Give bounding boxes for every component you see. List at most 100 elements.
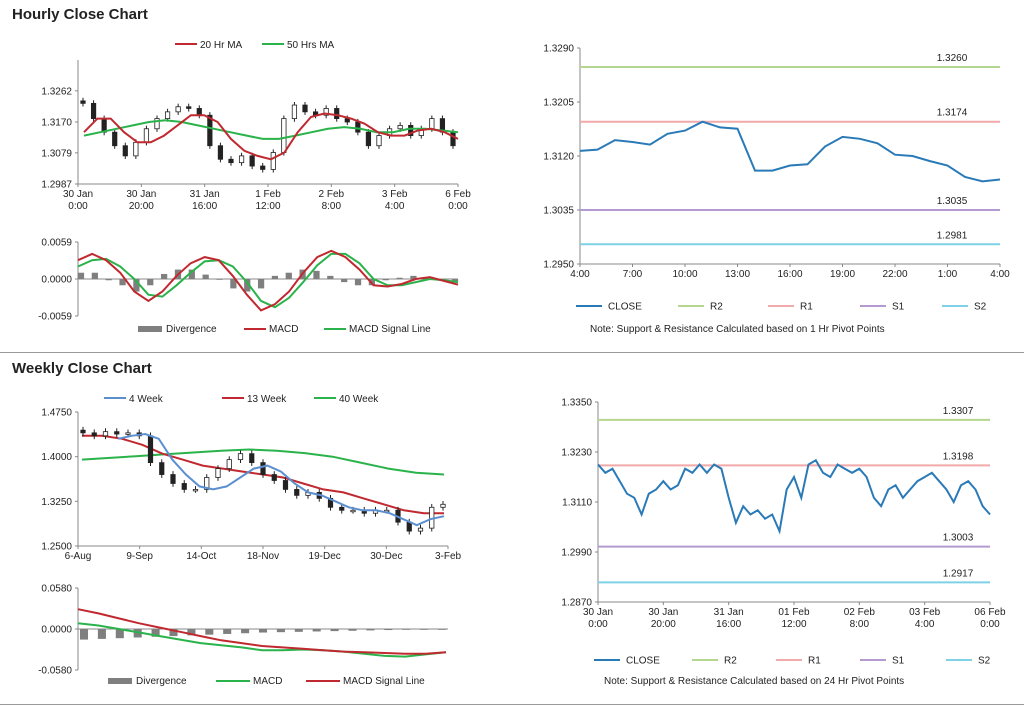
weekly-candle-body (181, 483, 187, 490)
y-tick-label: 0.0580 (41, 584, 72, 595)
hourly-divergence-bar (271, 275, 279, 279)
weekly-divergence-bar (384, 629, 393, 631)
hourly-candle-body (186, 106, 192, 109)
weekly-divergence-bar (420, 629, 429, 630)
hourly-candle-body (175, 106, 181, 113)
y-tick-label: 0.0000 (41, 275, 72, 286)
hourly-pivot-legend: CLOSE R2 R1 S1 S2 (576, 302, 987, 313)
hourly-candle-body (376, 135, 382, 147)
hourly-divergence-bar (216, 279, 223, 280)
hourly-price-legend: 20 Hr MA 50 Hrs MA (175, 40, 335, 51)
y-tick-label: 0.0059 (41, 238, 72, 249)
legend-label-s1: S1 (892, 656, 905, 667)
legend-label-divergence: Divergence (166, 324, 217, 335)
x-tick-label: 7:00 (623, 269, 643, 280)
hourly-divergence-bar (327, 275, 334, 279)
y-tick-label: 1.3230 (561, 448, 592, 459)
x-tick-label: 6-Aug (65, 551, 92, 562)
x-tick-label: 3 Feb (382, 189, 408, 200)
y-tick-label: 1.3120 (543, 152, 574, 163)
x-tick-label: 4:00 (990, 269, 1010, 280)
x-tick-label: 4:00 (915, 619, 935, 630)
hourly-candle-body (302, 104, 308, 113)
x-tick-label: 0:00 (588, 619, 608, 630)
weekly-candle-body (249, 453, 255, 464)
level-label-s2: 1.2917 (943, 568, 974, 579)
hourly-macd-legend: Divergence MACD MACD Signal Line (138, 324, 431, 335)
x-tick-label: 12:00 (781, 619, 806, 630)
weekly-candle-body (102, 431, 109, 437)
weekly-candle-body (440, 503, 446, 508)
weekly-divergence-bar (241, 629, 250, 634)
legend-label-r2: R2 (710, 302, 723, 313)
hourly-candle-body (291, 104, 298, 120)
y-tick-label: 1.3035 (543, 206, 574, 217)
y-tick-label: 1.3205 (543, 98, 574, 109)
x-tick-label: 0:00 (68, 201, 88, 212)
x-tick-label: 06 Feb (974, 607, 1006, 618)
weekly-divergence-bar (348, 629, 357, 631)
weekly-macd-legend: Divergence MACD MACD Signal Line (108, 676, 425, 687)
weekly-candle-body (192, 489, 199, 492)
hourly-candle-body (249, 155, 255, 167)
weekly-divergence-bar (330, 629, 339, 632)
x-tick-label: 30 Jan (583, 607, 613, 618)
x-tick-label: 0:00 (980, 619, 1000, 630)
hourly-candle-body (270, 152, 276, 170)
x-tick-label: 18-Nov (247, 551, 279, 562)
y-tick-label: 1.3110 (562, 498, 592, 509)
weekly-divergence-bar (402, 629, 411, 630)
hourly-candle-body (260, 165, 266, 170)
hourly-divergence-bar (257, 279, 265, 289)
hourly-divergence-bar (202, 274, 209, 279)
x-tick-label: 6 Feb (445, 189, 471, 200)
weekly-divergence-bar (294, 629, 303, 632)
close-line (597, 458, 991, 535)
hourly-divergence-bar (105, 279, 112, 281)
hourly-candle-body (365, 131, 372, 147)
weekly-candle-body (350, 509, 356, 513)
weekly-candle-body (80, 429, 86, 434)
weekly-macd-plot-area: 0.0580 0.0000 -0.0580 (38, 584, 448, 677)
hourly-divergence-bar (354, 279, 362, 286)
legend-label-13week: 13 Week (247, 394, 287, 405)
hourly-candle-body (217, 145, 224, 160)
weekly-candle-body (282, 480, 289, 490)
level-label-r2: 1.3307 (943, 406, 974, 417)
x-tick-label: 4:00 (385, 201, 405, 212)
hourly-candle-body (80, 100, 86, 104)
x-tick-label: 0:00 (448, 201, 468, 212)
x-tick-label: 19:00 (830, 269, 855, 280)
y-tick-label: 1.3170 (41, 118, 72, 129)
y-tick-label: 1.3290 (543, 44, 574, 55)
hourly-candle-body (112, 131, 118, 147)
close-line (579, 120, 1001, 183)
x-tick-label: 16:00 (192, 201, 217, 212)
y-tick-label: 1.3262 (41, 86, 72, 97)
weekly-candle-body (237, 453, 244, 461)
legend-label-40week: 40 Week (339, 394, 379, 405)
weekly-section-title: Weekly Close Chart (12, 360, 152, 377)
legend-label-divergence: Divergence (136, 676, 187, 687)
weekly-macd-chart: 0.0580 0.0000 -0.0580 Divergence MACD MACD… (38, 584, 448, 687)
weekly-candle-body (125, 432, 131, 435)
weekly-divergence-bar (276, 629, 285, 633)
y-tick-label: 1.3250 (41, 497, 72, 508)
legend-label-signal: MACD Signal Line (343, 676, 425, 687)
hourly-divergence-bar (382, 279, 389, 281)
x-tick-label: 19-Dec (309, 551, 341, 562)
weekly-candle-body (114, 431, 120, 435)
weekly-price-legend: 4 Week 13 Week 40 Week (104, 394, 379, 405)
x-tick-label: 13:00 (725, 269, 750, 280)
weekly-candle-body (271, 474, 277, 481)
hourly-price-chart: 20 Hr MA 50 Hrs MA 1.32621.31701.30791.2… (41, 40, 471, 212)
weekly-candle-body (170, 474, 176, 484)
legend-label-macd: MACD (269, 324, 298, 335)
level-label-s1: 1.3003 (943, 533, 974, 544)
x-tick-label: 8:00 (850, 619, 870, 630)
y-tick-label: 1.2990 (561, 548, 592, 559)
x-tick-label: 20:00 (129, 201, 154, 212)
weekly-divergence-bar (205, 629, 214, 635)
hourly-divergence-bar (77, 272, 85, 279)
weekly-candle-body (294, 489, 300, 496)
